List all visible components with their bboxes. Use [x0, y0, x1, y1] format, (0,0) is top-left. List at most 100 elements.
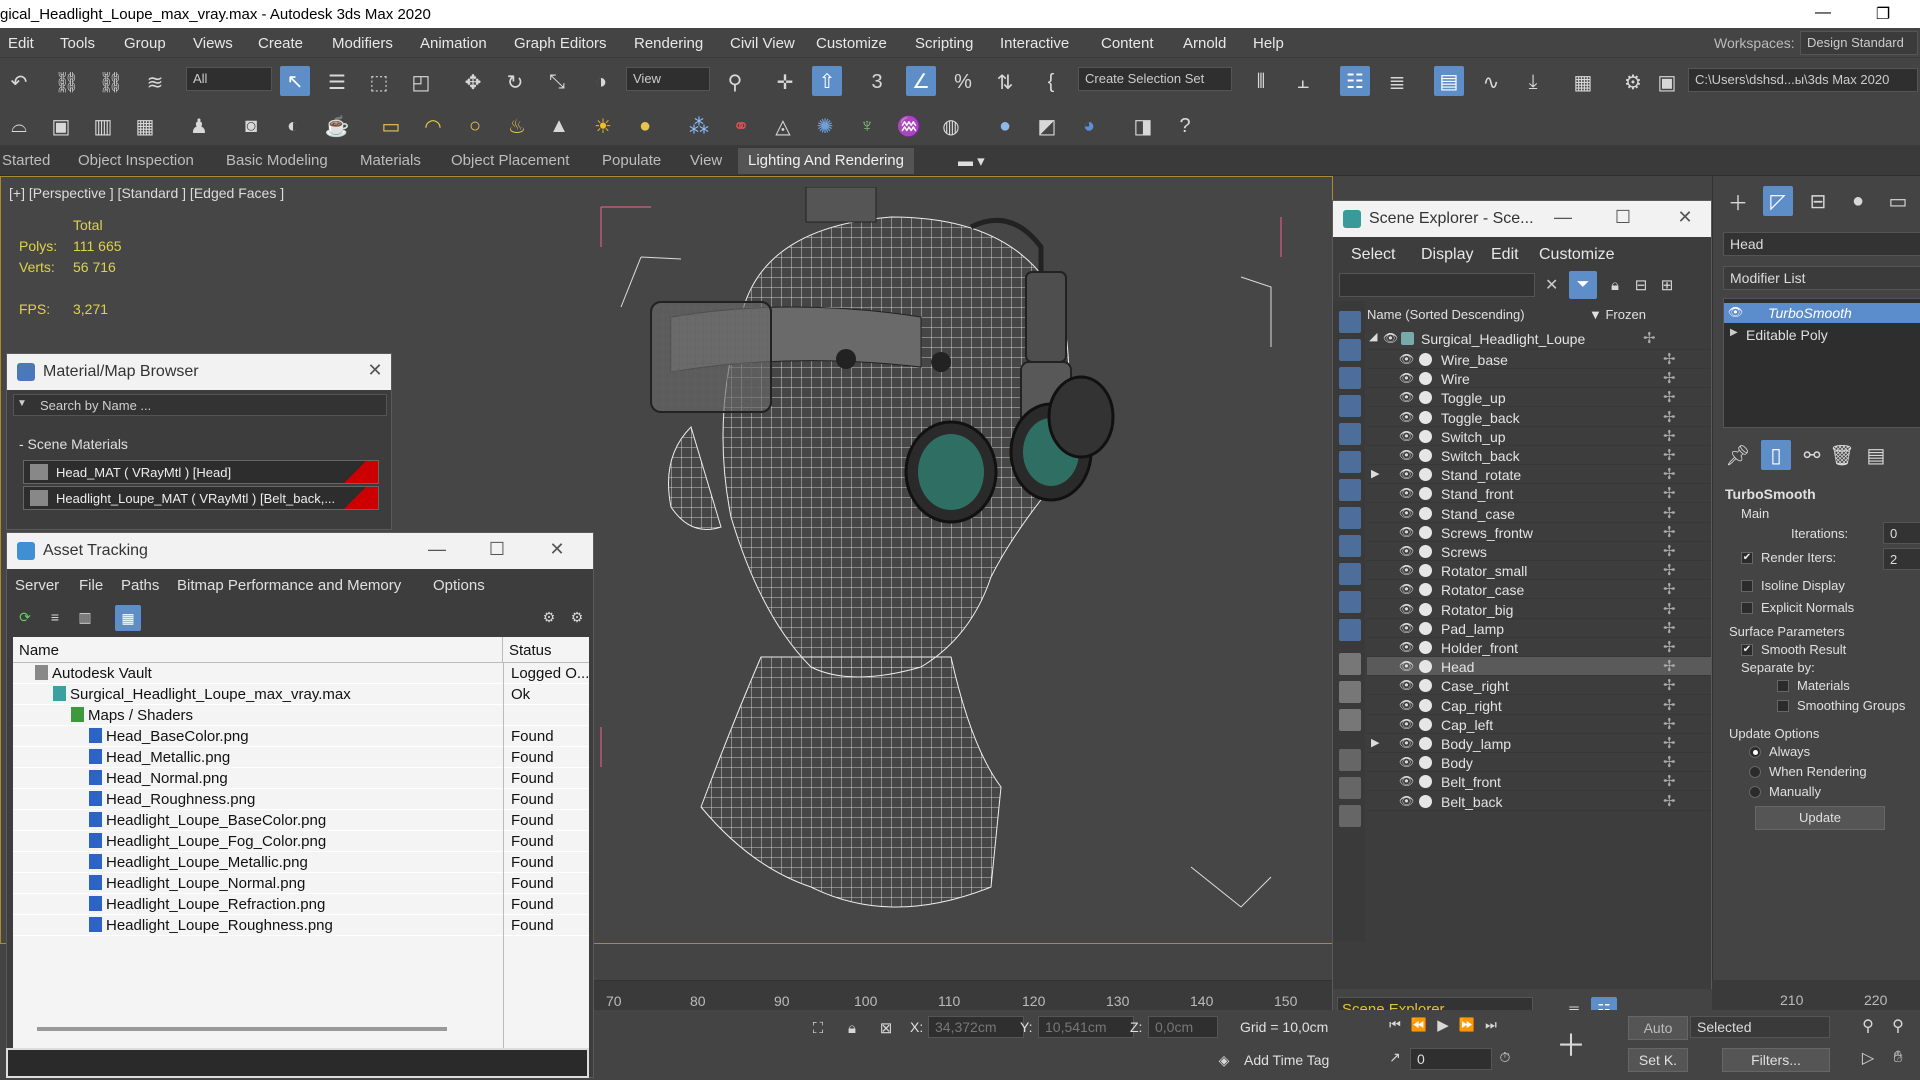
tab-materials[interactable]: Materials — [360, 152, 421, 169]
cloth-icon[interactable]: ⌓ — [4, 111, 34, 141]
freeze-icon[interactable]: ✢ — [1663, 504, 1676, 522]
update-button[interactable]: Update — [1755, 806, 1885, 830]
make-unique-icon[interactable]: ⚯ — [1797, 440, 1827, 470]
render-iters-checkbox[interactable]: ✔ — [1741, 552, 1753, 564]
sphere-shader-icon[interactable]: ● — [990, 111, 1020, 141]
table-icon[interactable]: ▦ — [130, 111, 160, 141]
render-toggle-icon[interactable] — [1419, 429, 1432, 443]
scene-object-row[interactable]: 👁︎ Screws ✢ — [1367, 542, 1711, 561]
column-header-name[interactable]: Name — [13, 637, 503, 663]
freeze-icon[interactable]: ✢ — [1663, 600, 1676, 618]
material-search-input[interactable]: Search by Name ... — [13, 394, 387, 416]
sphere-half-icon[interactable]: ◐ — [278, 111, 308, 141]
mirror-icon[interactable]: ⫴ — [1246, 67, 1276, 97]
calendar-icon[interactable]: ▥ — [88, 111, 118, 141]
motion-tab-icon[interactable]: ● — [1843, 186, 1873, 216]
render-toggle-icon[interactable] — [1419, 621, 1432, 635]
render-toggle-icon[interactable] — [1419, 545, 1432, 558]
tab-started[interactable]: Started — [2, 152, 50, 169]
asset-menu-bitmap-performance[interactable]: Bitmap Performance and Memory — [177, 577, 401, 594]
visibility-eye-icon[interactable]: 👁︎ — [1399, 736, 1414, 750]
tab-object-placement[interactable]: Object Placement — [451, 152, 569, 169]
asset-menu-server[interactable]: Server — [15, 577, 59, 594]
freeze-icon[interactable]: ✢ — [1663, 408, 1676, 426]
plane-icon[interactable]: ▭ — [376, 111, 406, 141]
render-toggle-icon[interactable] — [1419, 410, 1432, 424]
stack-item-editable-poly[interactable]: ▶ Editable Poly — [1724, 325, 1920, 345]
thumbnail-view-icon[interactable]: ▥ — [73, 605, 97, 629]
pan-icon[interactable]: ✋︎ — [1886, 1046, 1910, 1070]
percent-snap-icon[interactable]: % — [948, 67, 978, 97]
display-invert-icon[interactable] — [1339, 709, 1361, 731]
scale-icon[interactable]: ⤡ — [542, 67, 572, 97]
render-icon[interactable]: ▣ — [46, 111, 76, 141]
pivot-icon[interactable]: ⚲ — [720, 67, 750, 97]
render-toggle-icon[interactable] — [1419, 660, 1432, 674]
z-coordinate-field[interactable]: 0,0cm — [1148, 1016, 1218, 1038]
named-selection-dropdown[interactable]: Create Selection Set — [1078, 67, 1232, 91]
render-toggle-icon[interactable] — [1419, 468, 1432, 482]
zoom-icon[interactable]: ⚲ — [1856, 1014, 1880, 1038]
explicit-normals-checkbox[interactable] — [1741, 602, 1753, 614]
y-coordinate-field[interactable]: 10,541cm — [1038, 1016, 1134, 1038]
display-lights-icon[interactable] — [1339, 367, 1361, 389]
render-toggle-icon[interactable] — [1419, 487, 1432, 501]
menu-customize[interactable]: Customize — [816, 35, 887, 52]
scene-explorer-icon[interactable]: ☷ — [1340, 66, 1370, 96]
lock-icon[interactable]: 🔒︎ — [1603, 271, 1627, 299]
material-item[interactable]: Head_MAT ( VRayMtl ) [Head] — [23, 460, 379, 484]
auto-key-button[interactable]: Auto — [1628, 1016, 1688, 1040]
restore-button[interactable]: ❐ — [1868, 4, 1898, 24]
particles-icon[interactable]: ⁂ — [684, 111, 714, 141]
always-radio[interactable] — [1749, 746, 1761, 758]
render-toggle-icon[interactable] — [1419, 506, 1432, 520]
menu-content[interactable]: Content — [1101, 35, 1154, 52]
select-manipulate-icon[interactable]: ✛ — [770, 67, 800, 97]
display-containers-icon[interactable] — [1339, 563, 1361, 585]
curve-editor-icon[interactable]: ∿ — [1476, 67, 1506, 97]
visibility-eye-icon[interactable]: 👁︎ — [1399, 429, 1414, 443]
spinner-snap-icon[interactable]: ⇅ — [990, 67, 1020, 97]
column-header-name-sorted[interactable]: Name (Sorted Descending) — [1367, 307, 1525, 322]
visibility-eye-icon[interactable]: 👁︎ — [1399, 621, 1414, 635]
list-view-icon[interactable]: ≡ — [43, 605, 67, 629]
frame-buffer-icon[interactable]: ◨ — [1128, 111, 1158, 141]
visibility-eye-icon[interactable]: 👁︎ — [1399, 563, 1414, 577]
camera-icon[interactable]: ◙ — [236, 111, 266, 141]
scene-materials-header[interactable]: - Scene Materials — [19, 436, 128, 452]
horizontal-scrollbar[interactable] — [37, 1027, 447, 1031]
selection-lock-icon[interactable]: 🔒︎ — [840, 1016, 864, 1040]
cone-icon[interactable]: ▲ — [544, 111, 574, 141]
play-icon[interactable]: ▶ — [1432, 1014, 1454, 1036]
visibility-eye-icon[interactable]: 👁︎ — [1399, 486, 1414, 500]
visibility-eye-icon[interactable]: 👁︎ — [1399, 390, 1414, 404]
menu-scripting[interactable]: Scripting — [915, 35, 973, 52]
modifier-eye-icon[interactable]: 👁︎ — [1728, 305, 1743, 319]
create-tab-icon[interactable]: ＋ — [1723, 186, 1753, 216]
freeze-icon[interactable]: ✢ — [1663, 542, 1676, 560]
render-toggle-icon[interactable] — [1419, 353, 1432, 366]
menu-interactive[interactable]: Interactive — [1000, 35, 1069, 52]
refresh-icon[interactable]: ⟳ — [13, 605, 37, 629]
rotate-icon[interactable]: ↻ — [500, 67, 530, 97]
remove-modifier-icon[interactable]: 🗑︎ — [1827, 440, 1857, 470]
layers-icon[interactable]: ⊞ — [1655, 271, 1679, 299]
render-toggle-icon[interactable] — [1419, 794, 1432, 808]
scene-menu-select[interactable]: Select — [1351, 246, 1395, 264]
render-toggle-icon[interactable] — [1419, 372, 1432, 386]
scene-object-row[interactable]: 👁︎ Rotator_big ✢ — [1367, 600, 1711, 619]
visibility-eye-icon[interactable]: 👁︎ — [1399, 467, 1414, 481]
close-icon[interactable]: ✕ — [363, 360, 387, 381]
visibility-eye-icon[interactable]: 👁︎ — [1399, 774, 1414, 788]
when-rendering-radio[interactable] — [1749, 766, 1761, 778]
freeze-icon[interactable]: ✢ — [1663, 580, 1676, 598]
visibility-eye-icon[interactable]: 👁︎ — [1399, 755, 1414, 769]
hierarchy-tab-icon[interactable]: ⊟ — [1803, 186, 1833, 216]
scene-object-row[interactable]: 👁︎ Stand_front ✢ — [1367, 484, 1711, 504]
freeze-icon[interactable]: ✢ — [1663, 561, 1676, 579]
vray-frame-icon[interactable]: ◕ — [1074, 111, 1104, 141]
tab-view[interactable]: View — [690, 152, 722, 169]
default-tangent-icon[interactable]: ＋ — [1554, 1026, 1588, 1063]
render-toggle-icon[interactable] — [1419, 449, 1432, 462]
workspaces-dropdown[interactable]: Design Standard — [1800, 31, 1918, 55]
